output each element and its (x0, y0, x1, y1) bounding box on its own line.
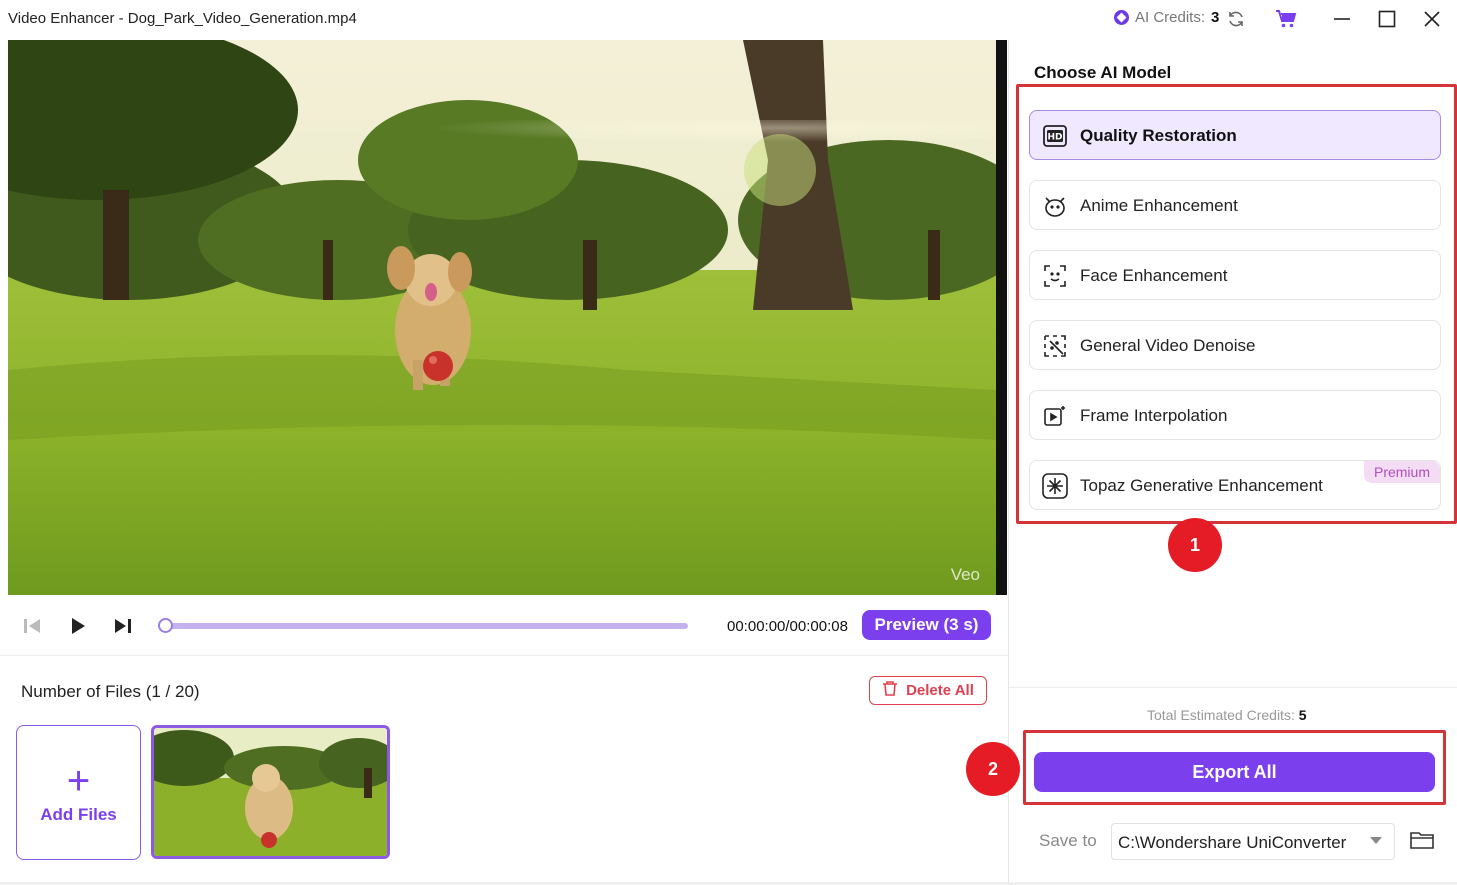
save-path-select[interactable]: C:\Wondershare UniConverter (1111, 823, 1395, 860)
model-anime-enhancement[interactable]: Anime Enhancement (1029, 180, 1441, 230)
number-of-files: Number of Files (1 / 20) (21, 682, 200, 701)
estimated-value: 5 (1298, 707, 1307, 723)
face-scan-icon (1042, 263, 1068, 289)
maximize-icon[interactable] (1373, 5, 1401, 33)
plus-icon: + (66, 758, 91, 803)
timeline-track[interactable] (165, 623, 688, 629)
sparkle-icon (1042, 473, 1068, 499)
ai-credits: AI Credits: 3 (1114, 9, 1219, 26)
model-quality-restoration[interactable]: HD Quality Restoration (1029, 110, 1441, 160)
model-face-enhancement[interactable]: Face Enhancement (1029, 250, 1441, 300)
credits-label: AI Credits: (1135, 9, 1206, 26)
hd-icon: HD (1042, 123, 1068, 149)
video-letterbox-bar (996, 40, 1007, 595)
chevron-down-icon (1370, 837, 1382, 844)
previous-frame-icon[interactable] (19, 614, 45, 638)
step-badge-1: 1 (1168, 518, 1222, 572)
timecode: 00:00:00/00:00:08 (727, 618, 848, 635)
next-frame-icon[interactable] (110, 614, 136, 638)
choose-ai-model-title: Choose AI Model (1034, 63, 1172, 82)
play-icon[interactable] (65, 614, 91, 638)
export-all-button[interactable]: Export All (1034, 752, 1435, 792)
export-divider (1009, 687, 1457, 688)
credits-value: 3 (1211, 9, 1220, 26)
model-label: Quality Restoration (1080, 126, 1237, 145)
close-icon[interactable] (1418, 5, 1446, 33)
estimated-label: Total Estimated Credits: (1147, 707, 1295, 723)
video-preview[interactable]: Veo (8, 40, 996, 595)
delete-all-label: Delete All (906, 682, 974, 699)
step-badge-2: 2 (966, 742, 1020, 796)
title-bar: Video Enhancer - Dog_Park_Video_Generati… (0, 0, 1457, 38)
credits-gem-icon (1114, 10, 1129, 25)
controls-divider (0, 655, 1008, 656)
window-title: Video Enhancer - Dog_Park_Video_Generati… (8, 10, 357, 27)
anime-face-icon (1042, 193, 1068, 219)
save-path-value: C:\Wondershare UniConverter (1118, 833, 1347, 852)
preview-button[interactable]: Preview (3 s) (862, 610, 991, 640)
cart-icon[interactable] (1272, 5, 1300, 33)
model-label: Face Enhancement (1080, 266, 1228, 285)
timeline-knob[interactable] (158, 618, 173, 633)
model-label: Topaz Generative Enhancement (1080, 476, 1323, 495)
denoise-icon (1042, 333, 1068, 359)
model-label: Frame Interpolation (1080, 406, 1228, 425)
svg-text:HD: HD (1047, 133, 1062, 143)
file-thumbnail[interactable] (151, 725, 390, 859)
video-frame-image (8, 40, 996, 595)
playback-controls: 00:00:00/00:00:08 Preview (3 s) (0, 596, 1008, 656)
add-files-label: Add Files (40, 804, 117, 824)
total-estimated-credits: Total Estimated Credits: 5 (1147, 707, 1307, 723)
model-topaz-generative-enhancement[interactable]: Topaz Generative Enhancement Premium (1029, 460, 1441, 510)
add-files-button[interactable]: + Add Files (16, 725, 141, 860)
save-to-label: Save to (1039, 831, 1097, 850)
veo-watermark: Veo (950, 565, 980, 584)
model-general-video-denoise[interactable]: General Video Denoise (1029, 320, 1441, 370)
trash-icon (882, 680, 898, 701)
delete-all-button[interactable]: Delete All (869, 676, 987, 705)
premium-badge: Premium (1363, 461, 1440, 483)
minimize-icon[interactable] (1328, 5, 1356, 33)
frame-play-icon (1042, 403, 1068, 429)
model-label: Anime Enhancement (1080, 196, 1238, 215)
folder-icon[interactable] (1407, 826, 1437, 854)
model-frame-interpolation[interactable]: Frame Interpolation (1029, 390, 1441, 440)
thumbnail-image (154, 728, 387, 856)
refresh-icon[interactable] (1222, 5, 1250, 33)
model-label: General Video Denoise (1080, 336, 1256, 355)
